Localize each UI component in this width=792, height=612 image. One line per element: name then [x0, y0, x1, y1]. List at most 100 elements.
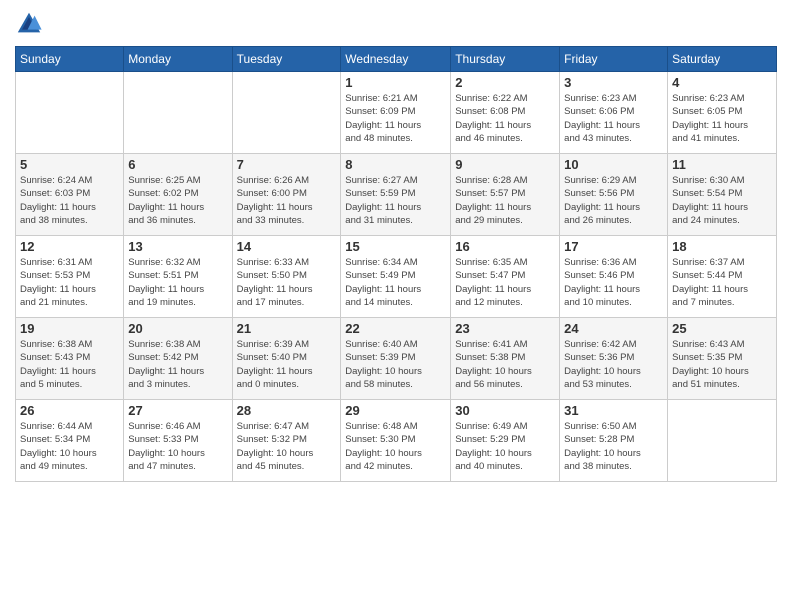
calendar-header: SundayMondayTuesdayWednesdayThursdayFrid… — [16, 47, 777, 72]
calendar-cell: 9Sunrise: 6:28 AMSunset: 5:57 PMDaylight… — [451, 154, 560, 236]
day-number: 28 — [237, 403, 337, 418]
calendar-cell: 22 Sunrise: 6:40 AMSunset: 5:39 PMDayligh… — [341, 318, 451, 400]
day-info: Sunrise: 6:32 AMSunset: 5:51 PMDaylight:… — [128, 256, 227, 309]
calendar-cell: 14Sunrise: 6:33 AMSunset: 5:50 PMDayligh… — [232, 236, 341, 318]
day-info: Sunrise: 6:30 AMSunset: 5:54 PMDaylight:… — [672, 174, 772, 227]
day-number: 7 — [237, 157, 337, 172]
day-info: Sunrise: 6:39 AMSunset: 5:40 PMDaylight:… — [237, 338, 337, 391]
calendar-week-2: 5 Sunrise: 6:24 AMSunset: 6:03 PMDaylight… — [16, 154, 777, 236]
calendar-cell: 15Sunrise: 6:34 AMSunset: 5:49 PMDayligh… — [341, 236, 451, 318]
day-info: Sunrise: 6:38 AMSunset: 5:42 PMDaylight:… — [128, 338, 227, 391]
calendar-cell: 5 Sunrise: 6:24 AMSunset: 6:03 PMDaylight… — [16, 154, 124, 236]
day-info: Sunrise: 6:25 AMSunset: 6:02 PMDaylight:… — [128, 174, 227, 227]
day-number: 17 — [564, 239, 663, 254]
day-info: Sunrise: 6:23 AMSunset: 6:06 PMDaylight:… — [564, 92, 663, 145]
day-info: Sunrise: 6:35 AMSunset: 5:47 PMDaylight:… — [455, 256, 555, 309]
weekday-header-tuesday: Tuesday — [232, 47, 341, 72]
day-info: Sunrise: 6:24 AMSunset: 6:03 PMDaylight:… — [20, 174, 119, 227]
calendar-cell: 30 Sunrise: 6:49 AMSunset: 5:29 PMDayligh… — [451, 400, 560, 482]
calendar-cell: 10 Sunrise: 6:29 AMSunset: 5:56 PMDayligh… — [560, 154, 668, 236]
calendar-cell: 28Sunrise: 6:47 AMSunset: 5:32 PMDayligh… — [232, 400, 341, 482]
day-info: Sunrise: 6:28 AMSunset: 5:57 PMDaylight:… — [455, 174, 555, 227]
day-info: Sunrise: 6:49 AMSunset: 5:29 PMDaylight:… — [455, 420, 555, 473]
weekday-header-thursday: Thursday — [451, 47, 560, 72]
calendar-cell: 2Sunrise: 6:22 AMSunset: 6:08 PMDaylight… — [451, 72, 560, 154]
calendar-cell: 4 Sunrise: 6:23 AMSunset: 6:05 PMDaylight… — [668, 72, 777, 154]
logo — [15, 10, 45, 38]
weekday-header-saturday: Saturday — [668, 47, 777, 72]
calendar-cell: 3 Sunrise: 6:23 AMSunset: 6:06 PMDaylight… — [560, 72, 668, 154]
day-info: Sunrise: 6:37 AMSunset: 5:44 PMDaylight:… — [672, 256, 772, 309]
day-number: 18 — [672, 239, 772, 254]
calendar-cell: 16 Sunrise: 6:35 AMSunset: 5:47 PMDayligh… — [451, 236, 560, 318]
page-container: SundayMondayTuesdayWednesdayThursdayFrid… — [0, 0, 792, 612]
day-number: 13 — [128, 239, 227, 254]
day-number: 23 — [455, 321, 555, 336]
calendar-cell: 12 Sunrise: 6:31 AMSunset: 5:53 PMDayligh… — [16, 236, 124, 318]
calendar-week-5: 26 Sunrise: 6:44 AMSunset: 5:34 PMDayligh… — [16, 400, 777, 482]
calendar-cell — [124, 72, 232, 154]
calendar-cell: 25Sunrise: 6:43 AMSunset: 5:35 PMDayligh… — [668, 318, 777, 400]
day-number: 31 — [564, 403, 663, 418]
weekday-header-row: SundayMondayTuesdayWednesdayThursdayFrid… — [16, 47, 777, 72]
calendar-cell: 6Sunrise: 6:25 AMSunset: 6:02 PMDaylight… — [124, 154, 232, 236]
day-number: 29 — [345, 403, 446, 418]
day-info: Sunrise: 6:44 AMSunset: 5:34 PMDaylight:… — [20, 420, 119, 473]
day-number: 8 — [345, 157, 446, 172]
day-info: Sunrise: 6:29 AMSunset: 5:56 PMDaylight:… — [564, 174, 663, 227]
day-info: Sunrise: 6:41 AMSunset: 5:38 PMDaylight:… — [455, 338, 555, 391]
calendar-cell: 19 Sunrise: 6:38 AMSunset: 5:43 PMDayligh… — [16, 318, 124, 400]
day-number: 10 — [564, 157, 663, 172]
day-number: 14 — [237, 239, 337, 254]
day-number: 22 — [345, 321, 446, 336]
day-number: 11 — [672, 157, 772, 172]
calendar-cell: 29 Sunrise: 6:48 AMSunset: 5:30 PMDayligh… — [341, 400, 451, 482]
calendar-cell: 8 Sunrise: 6:27 AMSunset: 5:59 PMDaylight… — [341, 154, 451, 236]
weekday-header-wednesday: Wednesday — [341, 47, 451, 72]
day-number: 3 — [564, 75, 663, 90]
calendar-cell: 7 Sunrise: 6:26 AMSunset: 6:00 PMDaylight… — [232, 154, 341, 236]
calendar-cell: 18 Sunrise: 6:37 AMSunset: 5:44 PMDayligh… — [668, 236, 777, 318]
calendar-cell: 24 Sunrise: 6:42 AMSunset: 5:36 PMDayligh… — [560, 318, 668, 400]
day-info: Sunrise: 6:31 AMSunset: 5:53 PMDaylight:… — [20, 256, 119, 309]
calendar-week-1: 1Sunrise: 6:21 AMSunset: 6:09 PMDaylight… — [16, 72, 777, 154]
day-info: Sunrise: 6:36 AMSunset: 5:46 PMDaylight:… — [564, 256, 663, 309]
day-number: 1 — [345, 75, 446, 90]
day-number: 30 — [455, 403, 555, 418]
calendar-cell: 27 Sunrise: 6:46 AMSunset: 5:33 PMDayligh… — [124, 400, 232, 482]
day-info: Sunrise: 6:34 AMSunset: 5:49 PMDaylight:… — [345, 256, 446, 309]
day-info: Sunrise: 6:26 AMSunset: 6:00 PMDaylight:… — [237, 174, 337, 227]
day-number: 2 — [455, 75, 555, 90]
day-info: Sunrise: 6:42 AMSunset: 5:36 PMDaylight:… — [564, 338, 663, 391]
day-info: Sunrise: 6:40 AMSunset: 5:39 PMDaylight:… — [345, 338, 446, 391]
day-number: 26 — [20, 403, 119, 418]
day-number: 20 — [128, 321, 227, 336]
day-number: 4 — [672, 75, 772, 90]
day-number: 24 — [564, 321, 663, 336]
day-number: 12 — [20, 239, 119, 254]
day-info: Sunrise: 6:23 AMSunset: 6:05 PMDaylight:… — [672, 92, 772, 145]
weekday-header-friday: Friday — [560, 47, 668, 72]
day-number: 16 — [455, 239, 555, 254]
day-info: Sunrise: 6:46 AMSunset: 5:33 PMDaylight:… — [128, 420, 227, 473]
calendar-cell — [16, 72, 124, 154]
calendar-cell: 20 Sunrise: 6:38 AMSunset: 5:42 PMDayligh… — [124, 318, 232, 400]
day-number: 27 — [128, 403, 227, 418]
logo-icon — [15, 10, 43, 38]
day-info: Sunrise: 6:27 AMSunset: 5:59 PMDaylight:… — [345, 174, 446, 227]
calendar-cell: 1Sunrise: 6:21 AMSunset: 6:09 PMDaylight… — [341, 72, 451, 154]
day-number: 21 — [237, 321, 337, 336]
calendar-cell — [232, 72, 341, 154]
day-info: Sunrise: 6:50 AMSunset: 5:28 PMDaylight:… — [564, 420, 663, 473]
calendar-cell: 13 Sunrise: 6:32 AMSunset: 5:51 PMDayligh… — [124, 236, 232, 318]
weekday-header-sunday: Sunday — [16, 47, 124, 72]
day-info: Sunrise: 6:48 AMSunset: 5:30 PMDaylight:… — [345, 420, 446, 473]
calendar-cell: 31 Sunrise: 6:50 AMSunset: 5:28 PMDayligh… — [560, 400, 668, 482]
day-number: 19 — [20, 321, 119, 336]
day-info: Sunrise: 6:43 AMSunset: 5:35 PMDaylight:… — [672, 338, 772, 391]
calendar-cell: 26 Sunrise: 6:44 AMSunset: 5:34 PMDayligh… — [16, 400, 124, 482]
day-info: Sunrise: 6:38 AMSunset: 5:43 PMDaylight:… — [20, 338, 119, 391]
calendar-cell: 23 Sunrise: 6:41 AMSunset: 5:38 PMDayligh… — [451, 318, 560, 400]
day-number: 5 — [20, 157, 119, 172]
calendar-cell: 21 Sunrise: 6:39 AMSunset: 5:40 PMDayligh… — [232, 318, 341, 400]
